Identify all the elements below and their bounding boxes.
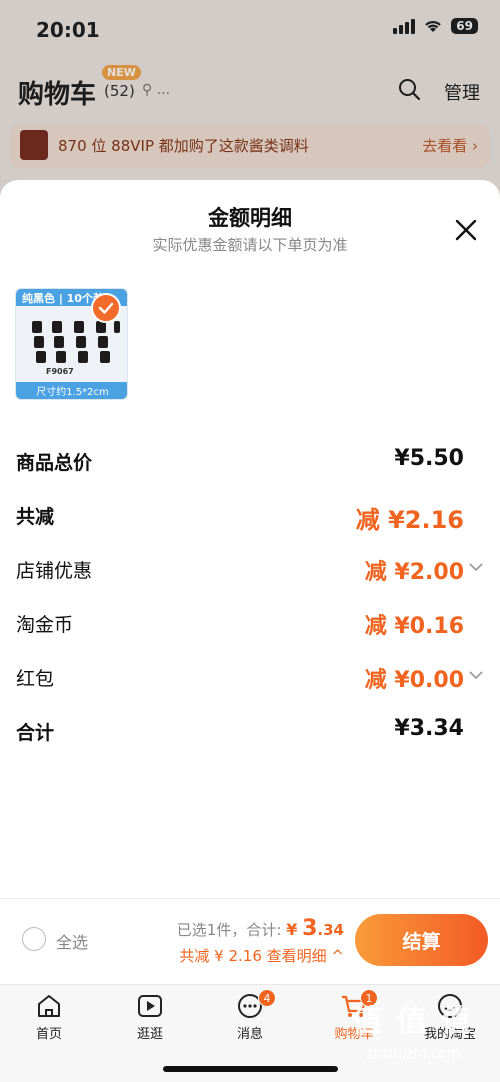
total-dec: .34 xyxy=(317,921,344,939)
total-label: 合计 xyxy=(16,722,55,744)
row-store-discount[interactable]: 店铺优惠 减 ¥2.00 xyxy=(16,552,484,588)
checkout-bar: 全选 已选1件，合计: ¥ 3.34 共减 ¥ 2.16 查看明细 ^ 结算 xyxy=(0,898,500,984)
home-icon xyxy=(38,995,60,1017)
chevron-down-icon[interactable] xyxy=(468,561,484,573)
row-total: 合计 ¥3.34 xyxy=(16,714,484,750)
view-details-link[interactable]: 共减 ¥ 2.16 查看明细 ^ xyxy=(179,945,344,966)
total-discount-label: 共减 xyxy=(16,506,55,528)
product-code: F9067 xyxy=(46,367,74,376)
redpacket-value: 减 ¥0.00 xyxy=(364,668,464,693)
chevron-down-icon[interactable] xyxy=(468,669,484,681)
store-discount-label: 店铺优惠 xyxy=(16,560,93,582)
tab-messages[interactable]: 4 消息 xyxy=(210,989,290,1042)
total-int: 3 xyxy=(302,916,318,941)
amount-detail-sheet: 金额明细 实际优惠金额请以下单页为准 纯黑色 | 10个装 F9067 尺寸约1… xyxy=(0,180,500,898)
row-total-discount: 共减 减 ¥2.16 xyxy=(16,498,484,534)
messages-badge: 4 xyxy=(258,989,276,1007)
subtotal-label: 商品总价 xyxy=(16,452,93,474)
thumb-bottom-banner: 尺寸约1.5*2cm xyxy=(16,382,127,399)
selected-check-icon[interactable] xyxy=(91,293,121,323)
redpacket-label: 红包 xyxy=(16,668,55,690)
total-value: ¥3.34 xyxy=(394,716,464,741)
tab-home-label: 首页 xyxy=(35,1027,62,1042)
row-coins: 淘金币 减 ¥0.16 xyxy=(16,606,484,642)
select-all-label[interactable]: 全选 xyxy=(56,929,88,953)
thumb-bottom-text: 尺寸约1.5*2cm xyxy=(36,387,109,398)
store-discount-value: 减 ¥2.00 xyxy=(364,560,464,585)
product-thumbnail[interactable]: 纯黑色 | 10个装 F9067 尺寸约1.5*2cm xyxy=(15,288,128,400)
row-subtotal: 商品总价 ¥5.50 xyxy=(16,444,484,480)
sheet-title: 金额明细 xyxy=(208,206,292,230)
close-icon[interactable] xyxy=(452,216,480,244)
selected-prefix: 已选1件，合计: xyxy=(176,921,282,939)
product-clips-image xyxy=(32,321,120,363)
checkout-button[interactable]: 结算 xyxy=(355,914,488,966)
tab-browse-label: 逛逛 xyxy=(136,1027,163,1042)
coins-label: 淘金币 xyxy=(16,614,74,636)
row-redpacket[interactable]: 红包 减 ¥0.00 xyxy=(16,660,484,696)
total-yen: ¥ xyxy=(286,920,298,939)
sheet-subtitle: 实际优惠金额请以下单页为准 xyxy=(152,236,348,254)
tab-messages-label: 消息 xyxy=(236,1027,263,1042)
total-discount-value: 减 ¥2.16 xyxy=(355,506,464,534)
home-indicator xyxy=(163,1066,338,1072)
subtotal-value: ¥5.50 xyxy=(394,446,464,471)
video-play-icon xyxy=(138,995,162,1017)
select-all-radio[interactable] xyxy=(22,927,46,951)
tab-browse[interactable]: 逛逛 xyxy=(110,991,190,1042)
selected-summary: 已选1件，合计: ¥ 3.34 xyxy=(177,916,344,941)
watermark-logo: 值 值 值 xyxy=(352,1004,473,1039)
tab-home[interactable]: 首页 xyxy=(9,991,89,1042)
watermark-url: zhizhizhi.com xyxy=(366,1046,461,1062)
coins-value: 减 ¥0.16 xyxy=(364,614,464,639)
